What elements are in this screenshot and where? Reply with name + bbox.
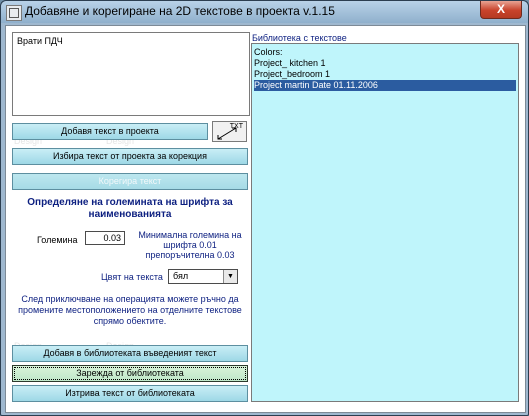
diagonal-arrow-icon [217,127,237,140]
library-listbox[interactable]: Colors: Project_ kitchen 1 Project_bedro… [251,43,519,402]
font-size-heading: Определяне на големината на шрифта за на… [27,197,233,220]
pick-text-button[interactable]: Избира текст от проекта за корекция [12,148,248,165]
app-window: Добавяне и корегиране на 2D текстове в п… [0,0,529,416]
text-input-area[interactable]: Врати ПДЧ [12,32,250,116]
chevron-down-icon[interactable]: ▼ [223,270,237,283]
list-item[interactable]: Project_bedroom 1 [254,69,330,80]
list-item-selected[interactable]: Project martin Date 01.11.2006 [254,80,516,91]
app-icon [6,5,22,21]
color-label: Цвят на текста [101,272,163,282]
size-input[interactable]: 0.03 [85,231,125,245]
list-item[interactable]: Colors: [254,47,283,58]
size-label: Големина [37,235,78,245]
load-from-library-button[interactable]: Зарежда от библиотеката [12,365,248,382]
delete-from-library-button[interactable]: Изтрива текст от библиотеката [12,385,248,402]
window-title: Добавяне и корегиране на 2D текстове в п… [25,4,335,18]
text-input-value: Врати ПДЧ [17,36,63,46]
txt-placement-button[interactable]: TXT [212,121,247,142]
color-select[interactable]: бял ▼ [168,269,238,284]
add-to-library-button[interactable]: Добавя в библиотеката въведеният текст [12,345,248,362]
color-select-value: бял [173,271,189,281]
client-area: Design Sintez Design Sintez Design Sinte… [5,25,526,413]
add-text-button[interactable]: Добавя текст в проекта [12,123,208,140]
correct-text-button[interactable]: Корегира текст [12,173,248,190]
library-title: Библиотека с текстове [252,33,347,43]
list-item[interactable]: Project_ kitchen 1 [254,58,326,69]
info-text: След приключване на операцията можете ръ… [18,294,242,326]
close-button[interactable]: X [480,1,522,19]
min-size-note: Минимална големина на шрифта 0.01 препор… [138,230,242,260]
title-bar[interactable]: Добавяне и корегиране на 2D текстове в п… [1,1,528,23]
